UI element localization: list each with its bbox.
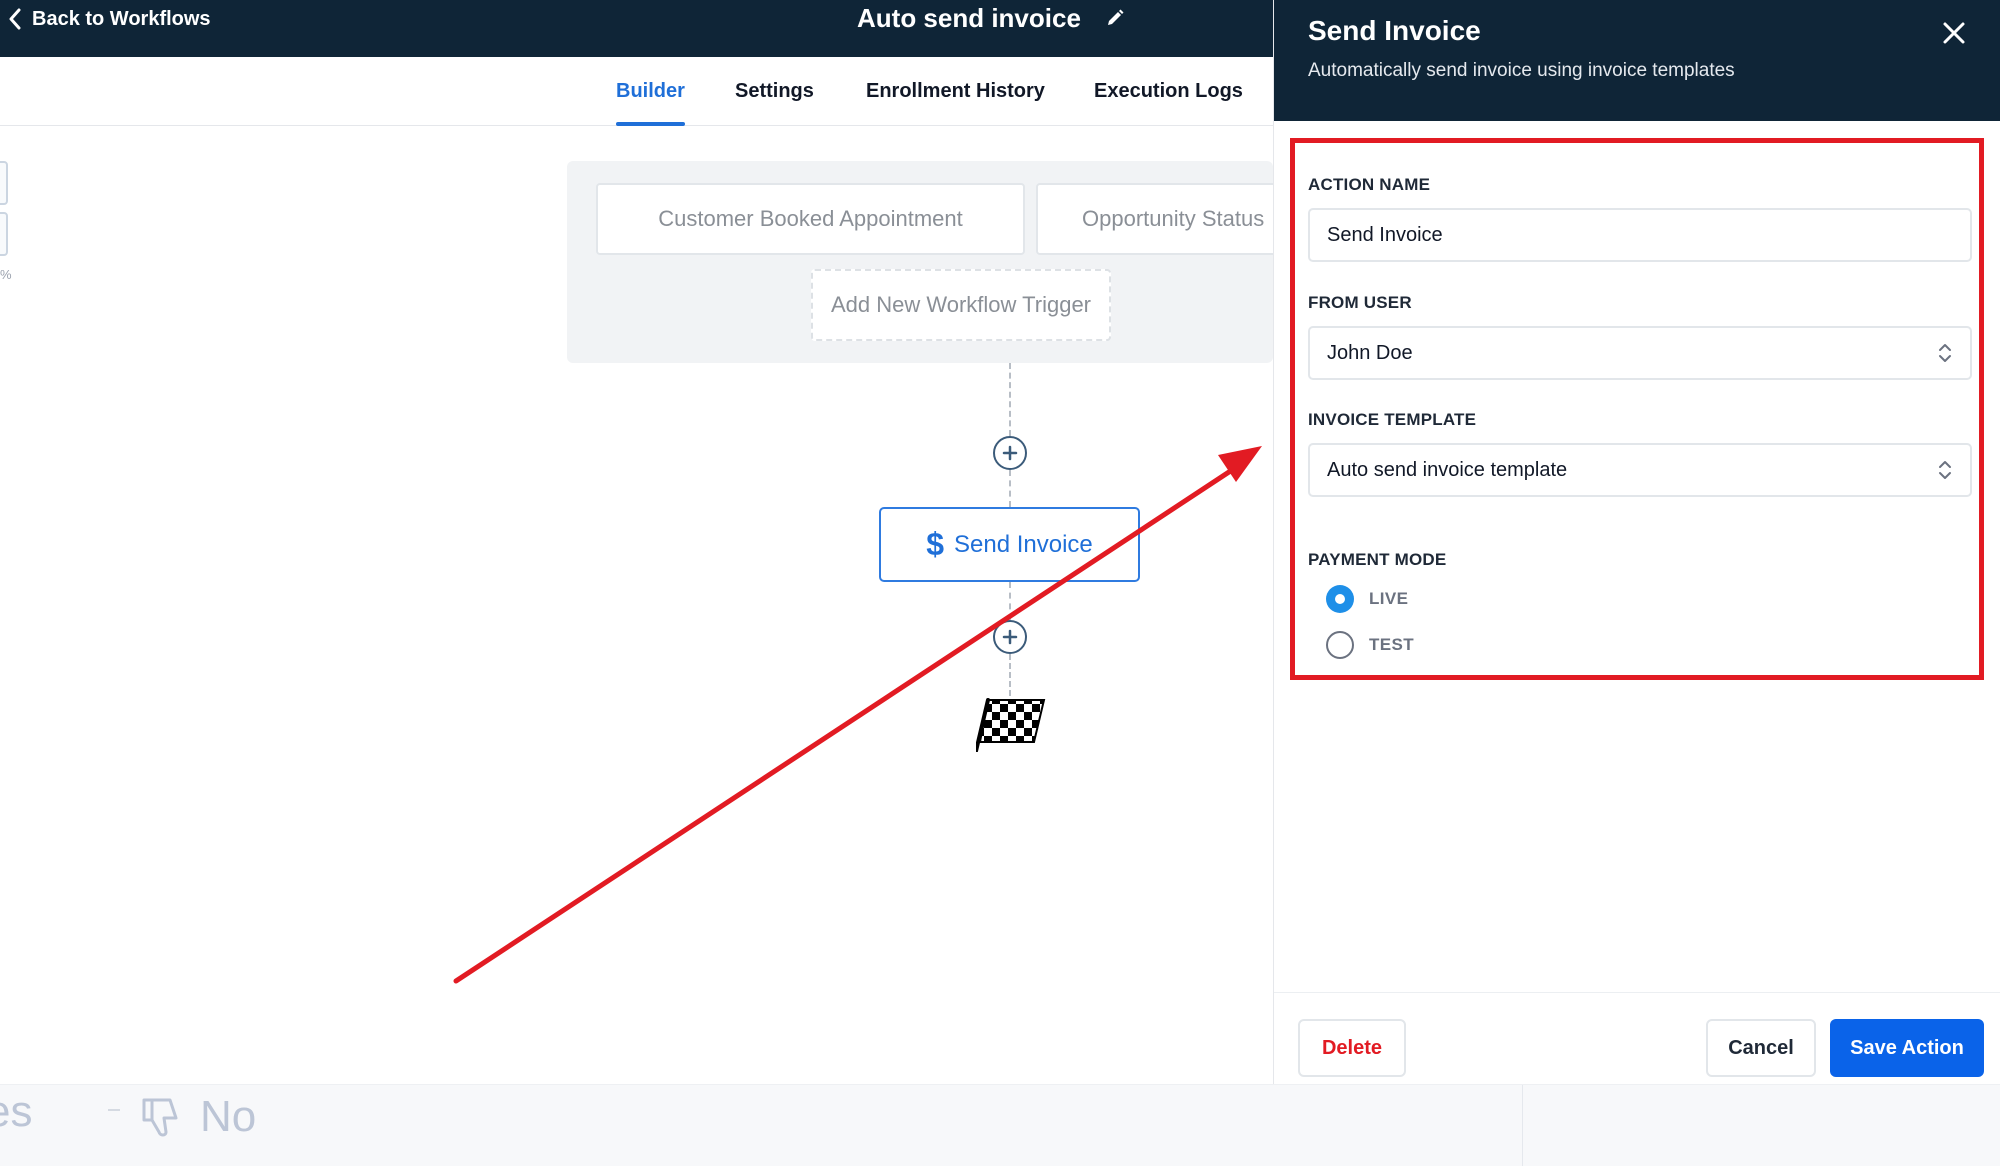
tab-execution-logs[interactable]: Execution Logs xyxy=(1094,57,1243,126)
back-link-label: Back to Workflows xyxy=(32,7,211,30)
chevron-left-icon xyxy=(9,8,21,30)
feedback-separator xyxy=(108,1109,120,1111)
send-invoice-panel: Send Invoice Automatically send invoice … xyxy=(1273,0,2000,1084)
panel-title: Send Invoice xyxy=(1308,15,1481,46)
feedback-no-label: No xyxy=(200,1092,257,1141)
select-caret-icon xyxy=(1938,459,1952,481)
radio-unchecked-icon xyxy=(1326,631,1354,659)
plus-icon xyxy=(1002,445,1018,461)
zoom-in-control[interactable] xyxy=(0,161,8,205)
delete-button[interactable]: Delete xyxy=(1298,1019,1406,1077)
connector-line xyxy=(1009,654,1011,696)
back-to-workflows-link[interactable]: Back to Workflows xyxy=(8,6,211,32)
feedback-yes-button[interactable]: es xyxy=(0,1087,32,1137)
payment-mode-label: PAYMENT MODE xyxy=(1308,550,1447,569)
zoom-out-control[interactable] xyxy=(0,212,8,256)
tab-enrollment-history[interactable]: Enrollment History xyxy=(866,57,1045,126)
connector-line xyxy=(1009,470,1011,507)
send-invoice-action-node[interactable]: $ Send Invoice xyxy=(879,507,1140,582)
feedback-no-button[interactable]: No xyxy=(138,1087,256,1147)
tab-builder[interactable]: Builder xyxy=(616,57,685,126)
zoom-level-fragment: % xyxy=(0,267,12,282)
from-user-select[interactable]: John Doe xyxy=(1308,326,1972,380)
panel-subtitle: Automatically send invoice using invoice… xyxy=(1308,60,1735,81)
workflow-title: Auto send invoice xyxy=(857,2,1125,34)
payment-mode-test-radio[interactable]: TEST xyxy=(1326,630,1414,660)
from-user-label: FROM USER xyxy=(1308,293,1412,312)
action-name-input[interactable]: Send Invoice xyxy=(1308,208,1972,262)
add-action-button[interactable] xyxy=(993,620,1027,654)
payment-mode-live-radio[interactable]: LIVE xyxy=(1326,584,1408,614)
connector-line xyxy=(1009,582,1011,620)
plus-icon xyxy=(1002,629,1018,645)
workflow-title-text: Auto send invoice xyxy=(857,2,1081,33)
panel-footer: Delete Cancel Save Action xyxy=(1274,992,2000,1084)
thumbs-down-icon xyxy=(142,1098,178,1137)
pencil-icon[interactable] xyxy=(1105,8,1125,28)
top-bar: Back to Workflows Auto send invoice xyxy=(0,0,1273,57)
payment-mode-test-label: TEST xyxy=(1369,635,1415,654)
invoice-template-label: INVOICE TEMPLATE xyxy=(1308,410,1477,429)
checkered-flag-icon xyxy=(974,696,1046,757)
payment-mode-live-label: LIVE xyxy=(1369,589,1409,608)
add-workflow-trigger-button[interactable]: Add New Workflow Trigger xyxy=(811,269,1111,341)
save-action-button[interactable]: Save Action xyxy=(1830,1019,1984,1077)
trigger-panel: Customer Booked Appointment Opportunity … xyxy=(567,161,1273,363)
connector-line xyxy=(1009,363,1011,436)
trigger-customer-booked-appointment[interactable]: Customer Booked Appointment xyxy=(596,183,1025,255)
action-name-label: ACTION NAME xyxy=(1308,175,1431,194)
panel-header: Send Invoice Automatically send invoice … xyxy=(1274,0,2000,121)
dollar-icon: $ xyxy=(926,526,945,562)
trigger-opportunity-status[interactable]: Opportunity Status xyxy=(1036,183,1273,255)
select-caret-icon xyxy=(1938,342,1952,364)
tab-settings[interactable]: Settings xyxy=(735,57,814,126)
workflow-tabs: Builder Settings Enrollment History Exec… xyxy=(0,57,1273,126)
action-name-value: Send Invoice xyxy=(1327,223,1443,246)
invoice-template-value: Auto send invoice template xyxy=(1327,458,1568,481)
cancel-button[interactable]: Cancel xyxy=(1706,1019,1816,1077)
add-action-button[interactable] xyxy=(993,436,1027,470)
invoice-template-select[interactable]: Auto send invoice template xyxy=(1308,443,1972,497)
feedback-strip: es No xyxy=(0,1084,2000,1166)
close-icon[interactable] xyxy=(1939,18,1969,48)
radio-checked-icon xyxy=(1326,585,1354,613)
from-user-value: John Doe xyxy=(1327,341,1413,364)
feedback-divider xyxy=(1522,1085,1523,1166)
action-node-label: Send Invoice xyxy=(954,530,1093,558)
